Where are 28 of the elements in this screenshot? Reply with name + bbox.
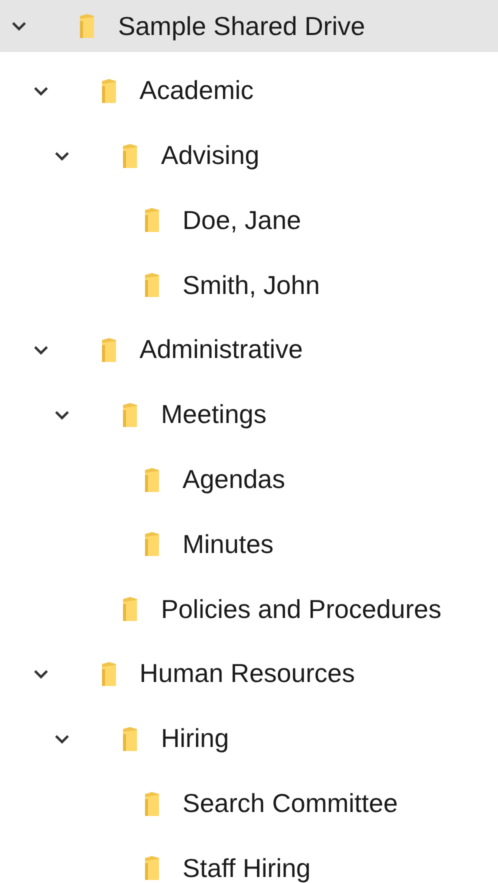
folder-icon bbox=[121, 402, 139, 428]
tree-item[interactable]: Human Resources bbox=[0, 648, 498, 700]
folder-icon bbox=[142, 207, 160, 234]
tree-item[interactable]: Agendas bbox=[0, 454, 498, 506]
tree-item[interactable]: Meetings bbox=[0, 388, 498, 441]
tree-item[interactable]: Academic bbox=[0, 64, 498, 117]
tree-item[interactable]: Smith, John bbox=[0, 259, 498, 312]
tree-item[interactable]: Minutes bbox=[0, 518, 498, 570]
folder-icon bbox=[121, 726, 139, 752]
folder-icon bbox=[100, 660, 118, 687]
folder-icon bbox=[100, 78, 118, 104]
tree-item[interactable]: Doe, Jane bbox=[0, 194, 498, 246]
tree-item[interactable]: Administrative bbox=[0, 324, 498, 376]
tree-item[interactable]: Sample Shared Drive bbox=[0, 0, 498, 52]
folder-icon bbox=[121, 142, 139, 169]
tree-item[interactable]: Advising bbox=[0, 130, 498, 182]
folder-icon bbox=[142, 466, 160, 493]
tree-item[interactable]: Policies and Procedures bbox=[0, 583, 498, 636]
tree-item[interactable]: Hiring bbox=[0, 712, 498, 765]
folder-icon bbox=[100, 336, 118, 363]
folder-icon bbox=[142, 531, 160, 558]
folder-icon bbox=[142, 790, 160, 817]
tree-item[interactable]: Staff Hiring bbox=[0, 842, 498, 883]
folder-icon bbox=[142, 855, 160, 882]
folder-icon bbox=[121, 596, 139, 622]
folder-icon bbox=[142, 272, 160, 298]
tree-item[interactable]: Search Committee bbox=[0, 778, 498, 830]
folder-icon bbox=[78, 13, 96, 39]
